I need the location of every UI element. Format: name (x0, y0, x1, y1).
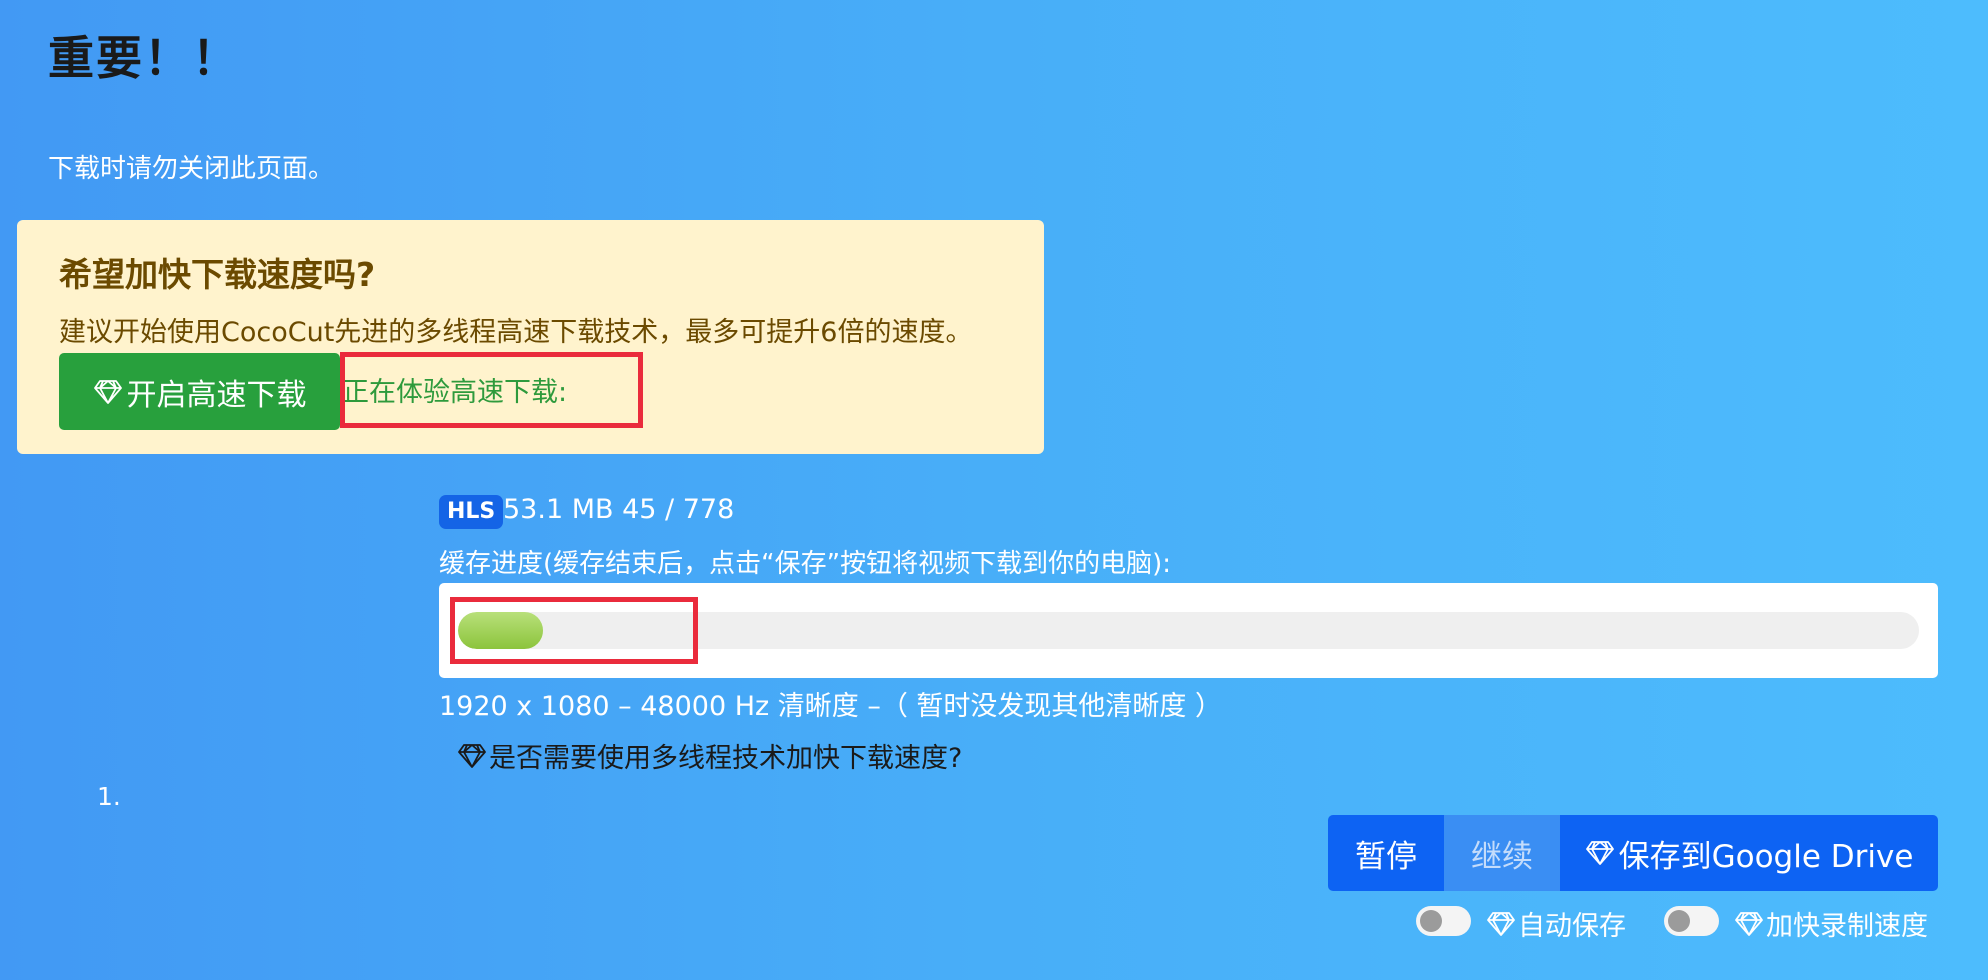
diamond-icon (93, 379, 123, 405)
enable-fast-download-label: 开启高速下载 (126, 377, 307, 413)
speed-up-recording-label: 加快录制速度 (1734, 904, 1928, 943)
hls-badge: HLS (439, 495, 504, 529)
toggle-knob (1668, 910, 1690, 932)
highlight-box-status (340, 352, 643, 428)
diamond-icon (1585, 840, 1615, 866)
save-to-google-drive-button[interactable]: 保存到Google Drive (1560, 815, 1938, 891)
cache-progress-label: 缓存进度(缓存结束后，点击“保存”按钮将视频下载到你的电脑): (439, 549, 1171, 579)
promo-text: 建议开始使用CocoCut先进的多线程高速下载技术，最多可提升6倍的速度。 (59, 317, 973, 348)
diamond-icon (1734, 911, 1764, 937)
save-to-google-drive-label: 保存到Google Drive (1618, 838, 1914, 875)
speed-up-recording-toggle[interactable] (1664, 906, 1719, 936)
auto-save-label-text: 自动保存 (1518, 911, 1626, 942)
diamond-icon (457, 743, 487, 769)
do-not-close-notice: 下载时请勿关闭此页面。 (48, 154, 335, 184)
toggle-knob (1420, 910, 1442, 932)
auto-save-label: 自动保存 (1486, 904, 1626, 943)
resume-button[interactable]: 继续 (1444, 815, 1560, 891)
auto-save-toggle[interactable] (1416, 906, 1471, 936)
multithread-question[interactable]: 是否需要使用多线程技术加快下载速度? (457, 736, 962, 775)
multithread-question-text: 是否需要使用多线程技术加快下载速度? (489, 743, 963, 774)
diamond-icon (1486, 911, 1516, 937)
promo-heading: 希望加快下载速度吗? (59, 255, 376, 294)
download-size-info: 53.1 MB 45 / 778 (503, 494, 735, 525)
page-title: 重要！！ (48, 31, 240, 85)
resolution-info: 1920 x 1080 – 48000 Hz 清晰度 –（ 暂时没发现其他清晰度… (439, 691, 1223, 722)
enable-fast-download-button[interactable]: 开启高速下载 (59, 353, 340, 430)
pause-button[interactable]: 暂停 (1328, 815, 1444, 891)
speed-up-recording-label-text: 加快录制速度 (1766, 911, 1928, 942)
list-number: 1. (97, 782, 121, 811)
highlight-box-progress (450, 597, 698, 664)
